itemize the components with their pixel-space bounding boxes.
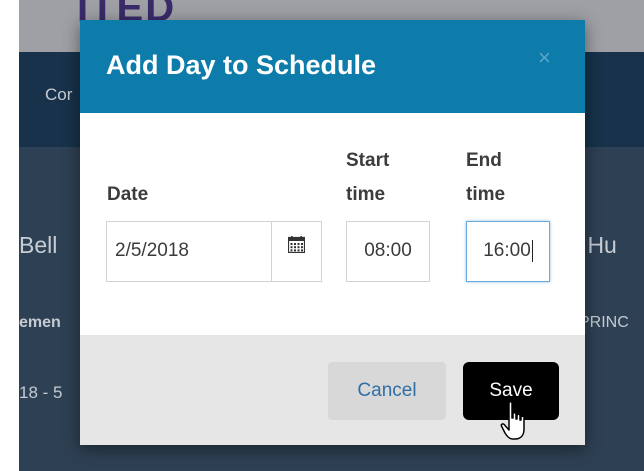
- text-caret: [531, 239, 533, 262]
- end-time-value: 16:00: [483, 240, 531, 261]
- date-range-text: 18 - 5: [19, 383, 63, 402]
- start-time-input[interactable]: 08:00: [346, 221, 430, 282]
- end-time-input[interactable]: 16:00: [466, 221, 550, 282]
- calendar-icon: [288, 236, 305, 253]
- nav-item[interactable]: Cor: [45, 85, 72, 105]
- date-label: Date: [107, 184, 149, 205]
- cancel-button[interactable]: Cancel: [328, 362, 446, 420]
- sub-label-left: emen: [19, 314, 61, 331]
- page-heading-left: Bell: [19, 232, 58, 258]
- date-input[interactable]: 2/5/2018: [106, 221, 272, 282]
- add-day-dialog: Add Day to Schedule × Date Start time En…: [80, 20, 585, 445]
- hand-pointer-icon: [500, 400, 525, 440]
- dialog-header: Add Day to Schedule ×: [80, 20, 585, 113]
- dialog-title: Add Day to Schedule: [106, 50, 377, 80]
- end-time-label: End time: [466, 150, 506, 205]
- sub-label-right: PRINC: [579, 314, 629, 331]
- calendar-button[interactable]: [272, 221, 322, 282]
- close-icon[interactable]: ×: [538, 45, 551, 71]
- start-time-label: Start time: [346, 150, 390, 205]
